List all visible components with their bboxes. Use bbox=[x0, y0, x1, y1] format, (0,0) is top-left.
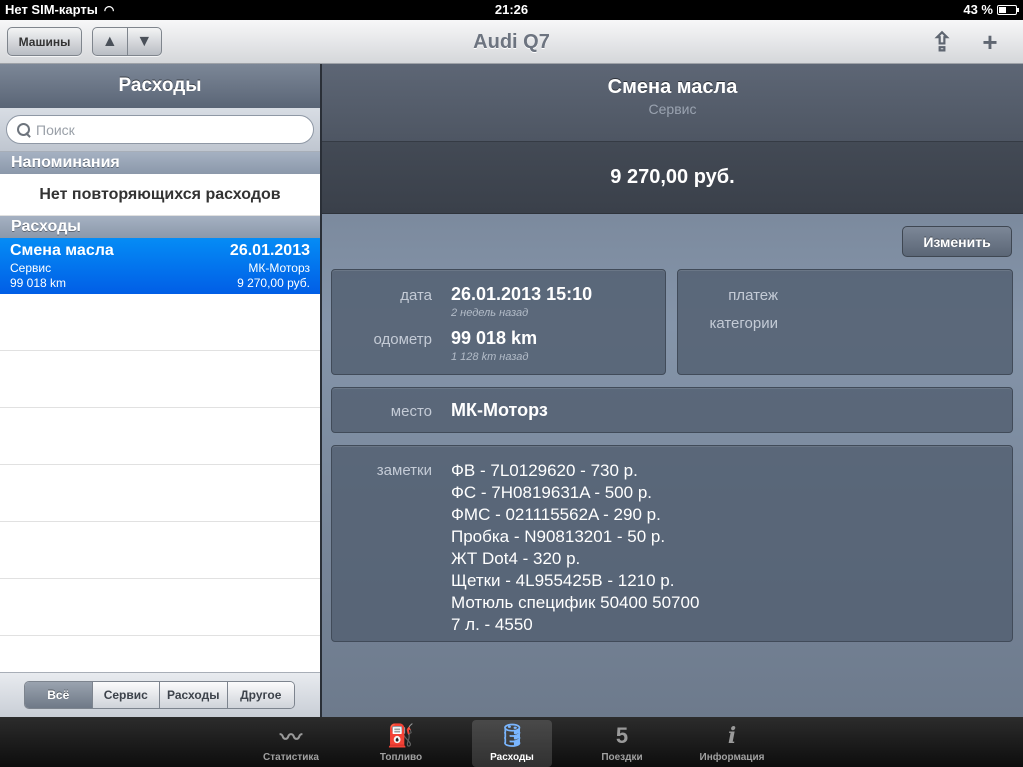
place-value: МК-Моторз bbox=[451, 400, 548, 420]
reminders-section-header: Напоминания bbox=[0, 152, 320, 174]
expense-odometer: 99 018 km bbox=[10, 276, 67, 290]
battery-icon bbox=[997, 4, 1019, 15]
payment-category-card: платеж категории bbox=[677, 269, 1013, 375]
place-label: место bbox=[390, 403, 432, 420]
expense-row-selected[interactable]: Смена масла 26.01.2013 Сервис МК-Моторз … bbox=[0, 238, 320, 294]
search-input[interactable]: Поиск bbox=[6, 115, 314, 144]
note-line: Мотюль специфик 50400 50700 bbox=[451, 593, 700, 612]
filter-service[interactable]: Сервис bbox=[91, 682, 159, 708]
filter-all[interactable]: Всё bbox=[25, 682, 92, 708]
note-line: Щетки - 4L955425B - 1210 р. bbox=[451, 571, 675, 590]
odometer-hint: 1 128 km назад bbox=[451, 351, 529, 363]
expense-date: 26.01.2013 bbox=[229, 242, 310, 259]
navigation-bar: Машины ▲ ▼ Audi Q7 ⇪ + bbox=[0, 20, 1023, 64]
note-line: ФВ - 7L0129620 - 730 р. bbox=[451, 461, 638, 480]
nav-title: Audi Q7 bbox=[473, 31, 550, 53]
battery-label: 43 % bbox=[963, 2, 993, 17]
search-icon bbox=[17, 122, 31, 137]
note-line: ФМС - 021115562A - 290 р. bbox=[451, 505, 661, 524]
note-line: ФС - 7H0819631A - 500 р. bbox=[451, 483, 652, 502]
tab-info[interactable]: i Информация bbox=[692, 720, 772, 767]
reminders-empty-row: Нет повторяющихся расходов bbox=[0, 174, 320, 216]
share-icon[interactable]: ⇪ bbox=[928, 28, 956, 56]
date-label: дата bbox=[400, 287, 432, 304]
tab-trips[interactable]: 5 Поездки bbox=[582, 720, 662, 767]
fuel-pump-icon: ⛽ bbox=[387, 723, 415, 748]
edit-button[interactable]: Изменить bbox=[902, 226, 1012, 257]
odometer-value: 99 018 km bbox=[451, 328, 538, 348]
date-hint: 2 недель назад bbox=[451, 307, 529, 319]
filter-expenses[interactable]: Расходы bbox=[159, 682, 227, 708]
expense-category: Сервис bbox=[10, 261, 52, 275]
expense-name: Смена масла bbox=[10, 242, 114, 259]
tab-label: Статистика bbox=[263, 752, 319, 763]
odometer-label: одометр bbox=[373, 331, 432, 348]
info-icon: i bbox=[727, 723, 737, 749]
tab-label: Информация bbox=[699, 752, 765, 763]
filter-other[interactable]: Другое bbox=[226, 682, 294, 708]
oil-can-icon: 🛢 bbox=[498, 723, 526, 748]
expenses-section-header: Расходы bbox=[0, 216, 320, 238]
tab-statistics[interactable]: 〰 Статистика bbox=[251, 720, 331, 767]
note-line: ЖТ Dot4 - 320 р. bbox=[451, 549, 581, 568]
date-odometer-card: дата 26.01.2013 15:10 2 недель назад одо… bbox=[331, 269, 666, 375]
expense-price: 9 270,00 руб. bbox=[237, 276, 310, 290]
tab-fuel[interactable]: ⛽ Топливо bbox=[361, 720, 441, 767]
route-shield-icon: 5 bbox=[615, 723, 629, 748]
tab-label: Топливо bbox=[379, 752, 423, 763]
detail-header: Смена масла Сервис bbox=[322, 64, 1023, 141]
notes-card: заметки ФВ - 7L0129620 - 730 р. ФС - 7H0… bbox=[331, 445, 1013, 642]
notes-text: ФВ - 7L0129620 - 730 р. ФС - 7H0819631A … bbox=[451, 460, 699, 636]
tab-expenses[interactable]: 🛢 Расходы bbox=[472, 720, 552, 767]
payment-label: платеж bbox=[728, 287, 778, 304]
detail-price: 9 270,00 руб. bbox=[322, 141, 1023, 214]
tab-label: Расходы bbox=[490, 752, 534, 763]
detail-subtitle: Сервис bbox=[648, 101, 697, 117]
note-line: 7 л. - 4550 bbox=[451, 615, 533, 634]
category-label: категории bbox=[709, 315, 778, 332]
filter-toolbar: Всё Сервис Расходы Другое bbox=[0, 672, 320, 717]
note-line: Пробка - N90813201 - 50 р. bbox=[451, 527, 666, 546]
status-bar: Нет SIM-карты ◠ 21:26 43 % bbox=[0, 0, 1023, 20]
sidebar-title: Расходы bbox=[0, 64, 320, 108]
expense-place: МК-Моторз bbox=[248, 261, 310, 275]
search-bar: Поиск bbox=[0, 108, 320, 152]
search-placeholder: Поиск bbox=[36, 121, 75, 138]
notes-label: заметки bbox=[376, 462, 432, 479]
statistics-icon: 〰 bbox=[279, 725, 302, 750]
place-card: место МК-Моторз bbox=[331, 387, 1013, 433]
expense-detail: Смена масла Сервис 9 270,00 руб. Изменит… bbox=[322, 64, 1023, 717]
empty-list-rows bbox=[0, 294, 320, 672]
expenses-sidebar: Расходы Поиск Напоминания Нет повторяющи… bbox=[0, 64, 320, 717]
tab-bar: 〰 Статистика ⛽ Топливо 🛢 Расходы 5 Поезд… bbox=[0, 717, 1023, 767]
clock: 21:26 bbox=[494, 2, 529, 17]
tab-label: Поездки bbox=[601, 752, 643, 763]
detail-title: Смена масла bbox=[607, 76, 738, 98]
add-icon[interactable]: + bbox=[976, 28, 1004, 56]
filter-segmented-control: Всё Сервис Расходы Другое bbox=[24, 681, 295, 709]
date-value: 26.01.2013 15:10 bbox=[451, 284, 593, 304]
